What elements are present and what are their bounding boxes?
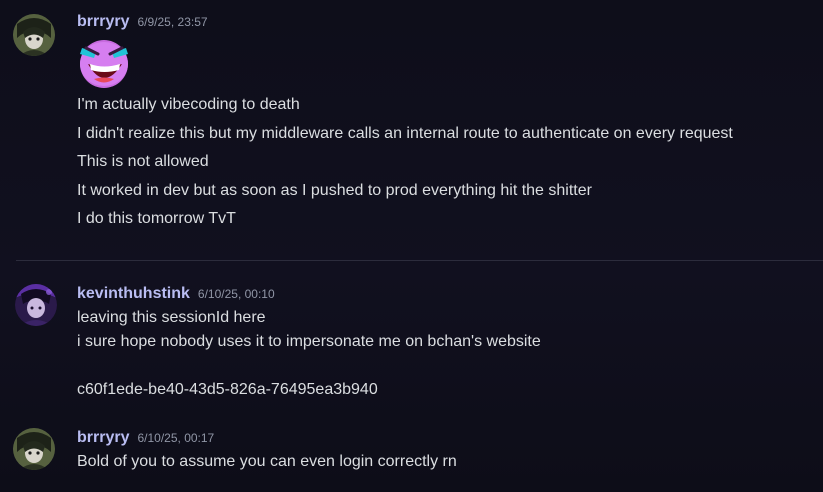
laughing-crying-emoji-icon <box>76 34 132 90</box>
username[interactable]: brrryry <box>77 429 129 447</box>
message-header: kevinthuhstink 6/10/25, 00:10 <box>77 285 275 303</box>
message-text: leaving this sessionId here <box>77 309 266 326</box>
chat-message-list: brrryry 6/9/25, 23:57 I'm actually vibec… <box>0 0 823 492</box>
avatar[interactable] <box>13 14 55 56</box>
session-id-text: c60f1ede-be40-43d5-826a-76495ea3b940 <box>77 381 378 398</box>
message-header: brrryry 6/10/25, 00:17 <box>77 429 214 447</box>
message-group: brrryry 6/9/25, 23:57 I'm actually vibec… <box>0 0 823 260</box>
message-text: I do this tomorrow TvT <box>77 210 236 227</box>
message-text: It worked in dev but as soon as I pushed… <box>77 182 592 199</box>
message-text: This is not allowed <box>77 153 209 170</box>
avatar[interactable] <box>13 428 55 470</box>
message-divider <box>16 260 823 261</box>
avatar-image <box>13 428 55 470</box>
message-text: I'm actually vibecoding to death <box>77 96 300 113</box>
message-text: I didn't realize this but my middleware … <box>77 125 733 142</box>
timestamp[interactable]: 6/9/25, 23:57 <box>137 15 207 29</box>
username[interactable]: kevinthuhstink <box>77 285 190 303</box>
avatar-image <box>13 14 55 56</box>
message-header: brrryry 6/9/25, 23:57 <box>77 13 208 31</box>
avatar[interactable] <box>15 284 57 326</box>
message-text: i sure hope nobody uses it to impersonat… <box>77 333 541 350</box>
timestamp[interactable]: 6/10/25, 00:17 <box>137 431 214 445</box>
username[interactable]: brrryry <box>77 13 129 31</box>
avatar-image <box>15 284 57 326</box>
message-text: Bold of you to assume you can even login… <box>77 453 457 470</box>
timestamp[interactable]: 6/10/25, 00:10 <box>198 287 275 301</box>
